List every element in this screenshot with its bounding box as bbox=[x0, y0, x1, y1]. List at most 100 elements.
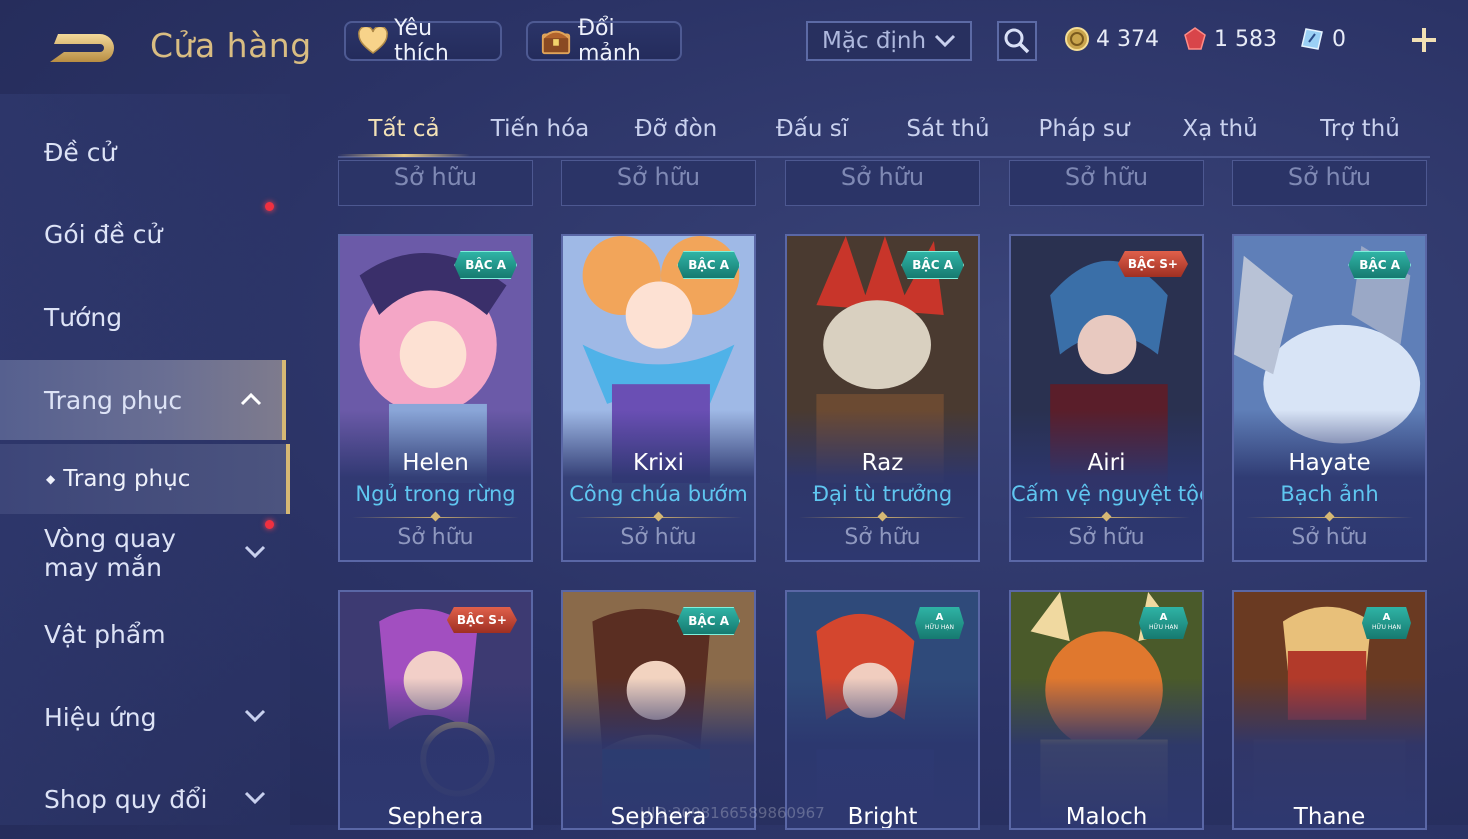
skin-card[interactable]: BẬC A Helen Ngủ trong rừng Sở hữu bbox=[338, 234, 533, 562]
sidebar-item-label: Shop quy đổi bbox=[44, 784, 208, 814]
diamond-bullet-icon: ◆ bbox=[46, 472, 56, 486]
tab-evolution[interactable]: Tiến hóa bbox=[474, 104, 606, 154]
sidebar-item-label: Vật phẩm bbox=[44, 619, 166, 649]
voucher-balance: 0 bbox=[1300, 24, 1346, 54]
limited-label: HỮU HẠN bbox=[1148, 624, 1178, 631]
sidebar: Đề cử Gói đề cử Tướng Trang phục ◆ Trang… bbox=[0, 94, 290, 825]
skin-card[interactable]: BẬC S+ Sephera bbox=[338, 590, 533, 830]
owned-label: Sở hữu bbox=[1064, 163, 1149, 191]
chevron-down-icon bbox=[244, 709, 266, 723]
sidebar-item-items[interactable]: Vật phẩm bbox=[0, 594, 286, 674]
tab-label: Tất cả bbox=[368, 116, 440, 142]
divider bbox=[799, 511, 966, 522]
voucher-icon bbox=[1301, 28, 1323, 50]
tier-badge: A HỮU HẠN bbox=[1361, 607, 1411, 639]
notification-dot bbox=[265, 520, 274, 529]
card-partial[interactable]: Sở hữu bbox=[338, 160, 533, 206]
tab-label: Pháp sư bbox=[1038, 116, 1130, 142]
owned-label: Sở hữu bbox=[1291, 525, 1368, 550]
tier-badge: A HỮU HẠN bbox=[1138, 607, 1188, 639]
sidebar-subitem-label: Trang phục bbox=[63, 466, 191, 492]
chevron-down-icon bbox=[244, 791, 266, 805]
sidebar-subitem-skins[interactable]: ◆ Trang phục bbox=[0, 444, 290, 514]
card-partial[interactable]: Sở hữu bbox=[1009, 160, 1204, 206]
sidebar-item-skins[interactable]: Trang phục bbox=[0, 360, 286, 440]
favorites-button[interactable]: Yêu thích bbox=[344, 16, 502, 66]
owned-label: Sở hữu bbox=[844, 525, 921, 550]
chevron-up-icon bbox=[240, 392, 262, 406]
tab-label: Đỡ đòn bbox=[634, 116, 718, 142]
skin-card[interactable]: A HỮU HẠN Bright bbox=[785, 590, 980, 830]
owned-label: Sở hữu bbox=[840, 163, 925, 191]
ruby-gem-icon bbox=[1184, 27, 1206, 50]
gold-balance: 4 374 bbox=[1064, 24, 1159, 54]
sidebar-item-label: Hiệu ứng bbox=[44, 702, 157, 732]
hero-name: Sephera bbox=[387, 804, 484, 830]
owned-label: Sở hữu bbox=[620, 525, 697, 550]
skin-card[interactable]: A HỮU HẠN Thane bbox=[1232, 590, 1427, 830]
owned-label: Sở hữu bbox=[397, 525, 474, 550]
sidebar-item-exchange-shop[interactable]: Shop quy đổi bbox=[0, 759, 286, 839]
tab-support[interactable]: Trợ thủ bbox=[1290, 104, 1430, 154]
tier-badge: BẬC S+ bbox=[446, 607, 517, 633]
tab-assassin[interactable]: Sát thủ bbox=[882, 104, 1014, 154]
card-partial[interactable]: Sở hữu bbox=[785, 160, 980, 206]
skin-card[interactable]: BẬC A Hayate Bạch ảnh Sở hữu bbox=[1232, 234, 1427, 562]
tier-badge-label: A bbox=[1382, 612, 1391, 623]
hero-name: Hayate bbox=[1288, 450, 1371, 476]
sort-value: Mặc định bbox=[822, 28, 927, 54]
card-partial[interactable]: Sở hữu bbox=[1232, 160, 1427, 206]
tab-all[interactable]: Tất cả bbox=[338, 104, 470, 157]
owned-label: Sở hữu bbox=[1068, 525, 1145, 550]
owned-label: Sở hữu bbox=[393, 163, 478, 191]
gold-amount: 4 374 bbox=[1096, 26, 1159, 52]
sort-dropdown[interactable]: Mặc định bbox=[806, 21, 972, 61]
limited-label: HỮU HẠN bbox=[924, 624, 954, 631]
skin-name: Cấm vệ nguyệt tộc bbox=[1011, 482, 1204, 506]
skin-name: Bạch ảnh bbox=[1280, 482, 1379, 506]
tab-label: Đấu sĩ bbox=[775, 116, 849, 142]
sidebar-item-label: Gói đề cử bbox=[44, 219, 163, 249]
skin-name: Công chúa bướm bbox=[569, 482, 748, 506]
card-partial[interactable]: Sở hữu bbox=[561, 160, 756, 206]
sidebar-item-recommended[interactable]: Đề cử bbox=[0, 112, 286, 192]
exchange-shards-button[interactable]: Đổi mảnh bbox=[526, 16, 682, 66]
limited-label: HỮU HẠN bbox=[1371, 624, 1401, 631]
hero-name: Airi bbox=[1087, 450, 1126, 476]
gold-coin-icon bbox=[1065, 27, 1089, 51]
exchange-shards-label: Đổi mảnh bbox=[578, 16, 641, 66]
tab-marksman[interactable]: Xạ thủ bbox=[1154, 104, 1286, 154]
tier-badge: BẬC A bbox=[1348, 251, 1411, 279]
sidebar-item-lucky-wheel[interactable]: Vòng quay may mắn bbox=[0, 508, 286, 598]
tier-badge-label: A bbox=[935, 612, 944, 623]
search-icon bbox=[1004, 28, 1030, 54]
back-arrow-icon[interactable] bbox=[44, 28, 120, 68]
sidebar-item-label: Vòng quay may mắn bbox=[44, 524, 176, 582]
tab-mage[interactable]: Pháp sư bbox=[1018, 104, 1150, 154]
tier-badge: BẬC A bbox=[901, 251, 964, 279]
voucher-amount: 0 bbox=[1332, 26, 1346, 52]
tab-fighter[interactable]: Đấu sĩ bbox=[746, 104, 878, 154]
skin-card[interactable]: BẬC A Raz Đại tù trưởng Sở hữu bbox=[785, 234, 980, 562]
sidebar-item-label: Tướng bbox=[44, 302, 123, 332]
divider bbox=[1023, 511, 1190, 522]
chevron-down-icon bbox=[934, 34, 956, 48]
category-tabs: Tất cả Tiến hóa Đỡ đòn Đấu sĩ Sát thủ Ph… bbox=[338, 104, 1430, 158]
search-button[interactable] bbox=[997, 21, 1037, 61]
skin-card[interactable]: BẬC A Krixi Công chúa bướm Sở hữu bbox=[561, 234, 756, 562]
ruby-balance: 1 583 bbox=[1182, 24, 1277, 54]
tier-badge: BẬC A bbox=[677, 251, 740, 279]
sidebar-item-recommended-bundles[interactable]: Gói đề cử bbox=[0, 194, 286, 274]
plus-icon[interactable] bbox=[1408, 24, 1440, 56]
skin-card[interactable]: BẬC S+ Airi Cấm vệ nguyệt tộc Sở hữu bbox=[1009, 234, 1204, 562]
sidebar-item-label: Trang phục bbox=[44, 385, 183, 415]
sidebar-item-heroes[interactable]: Tướng bbox=[0, 277, 286, 357]
skin-card[interactable]: A HỮU HẠN Maloch bbox=[1009, 590, 1204, 830]
sidebar-item-effects[interactable]: Hiệu ứng bbox=[0, 677, 286, 757]
hero-name: Helen bbox=[402, 450, 469, 476]
hero-name: Raz bbox=[861, 450, 904, 476]
chevron-down-icon bbox=[244, 545, 266, 559]
tab-tank[interactable]: Đỡ đòn bbox=[610, 104, 742, 154]
hero-name: Thane bbox=[1293, 804, 1366, 830]
skin-card[interactable]: BẬC A Sephera bbox=[561, 590, 756, 830]
